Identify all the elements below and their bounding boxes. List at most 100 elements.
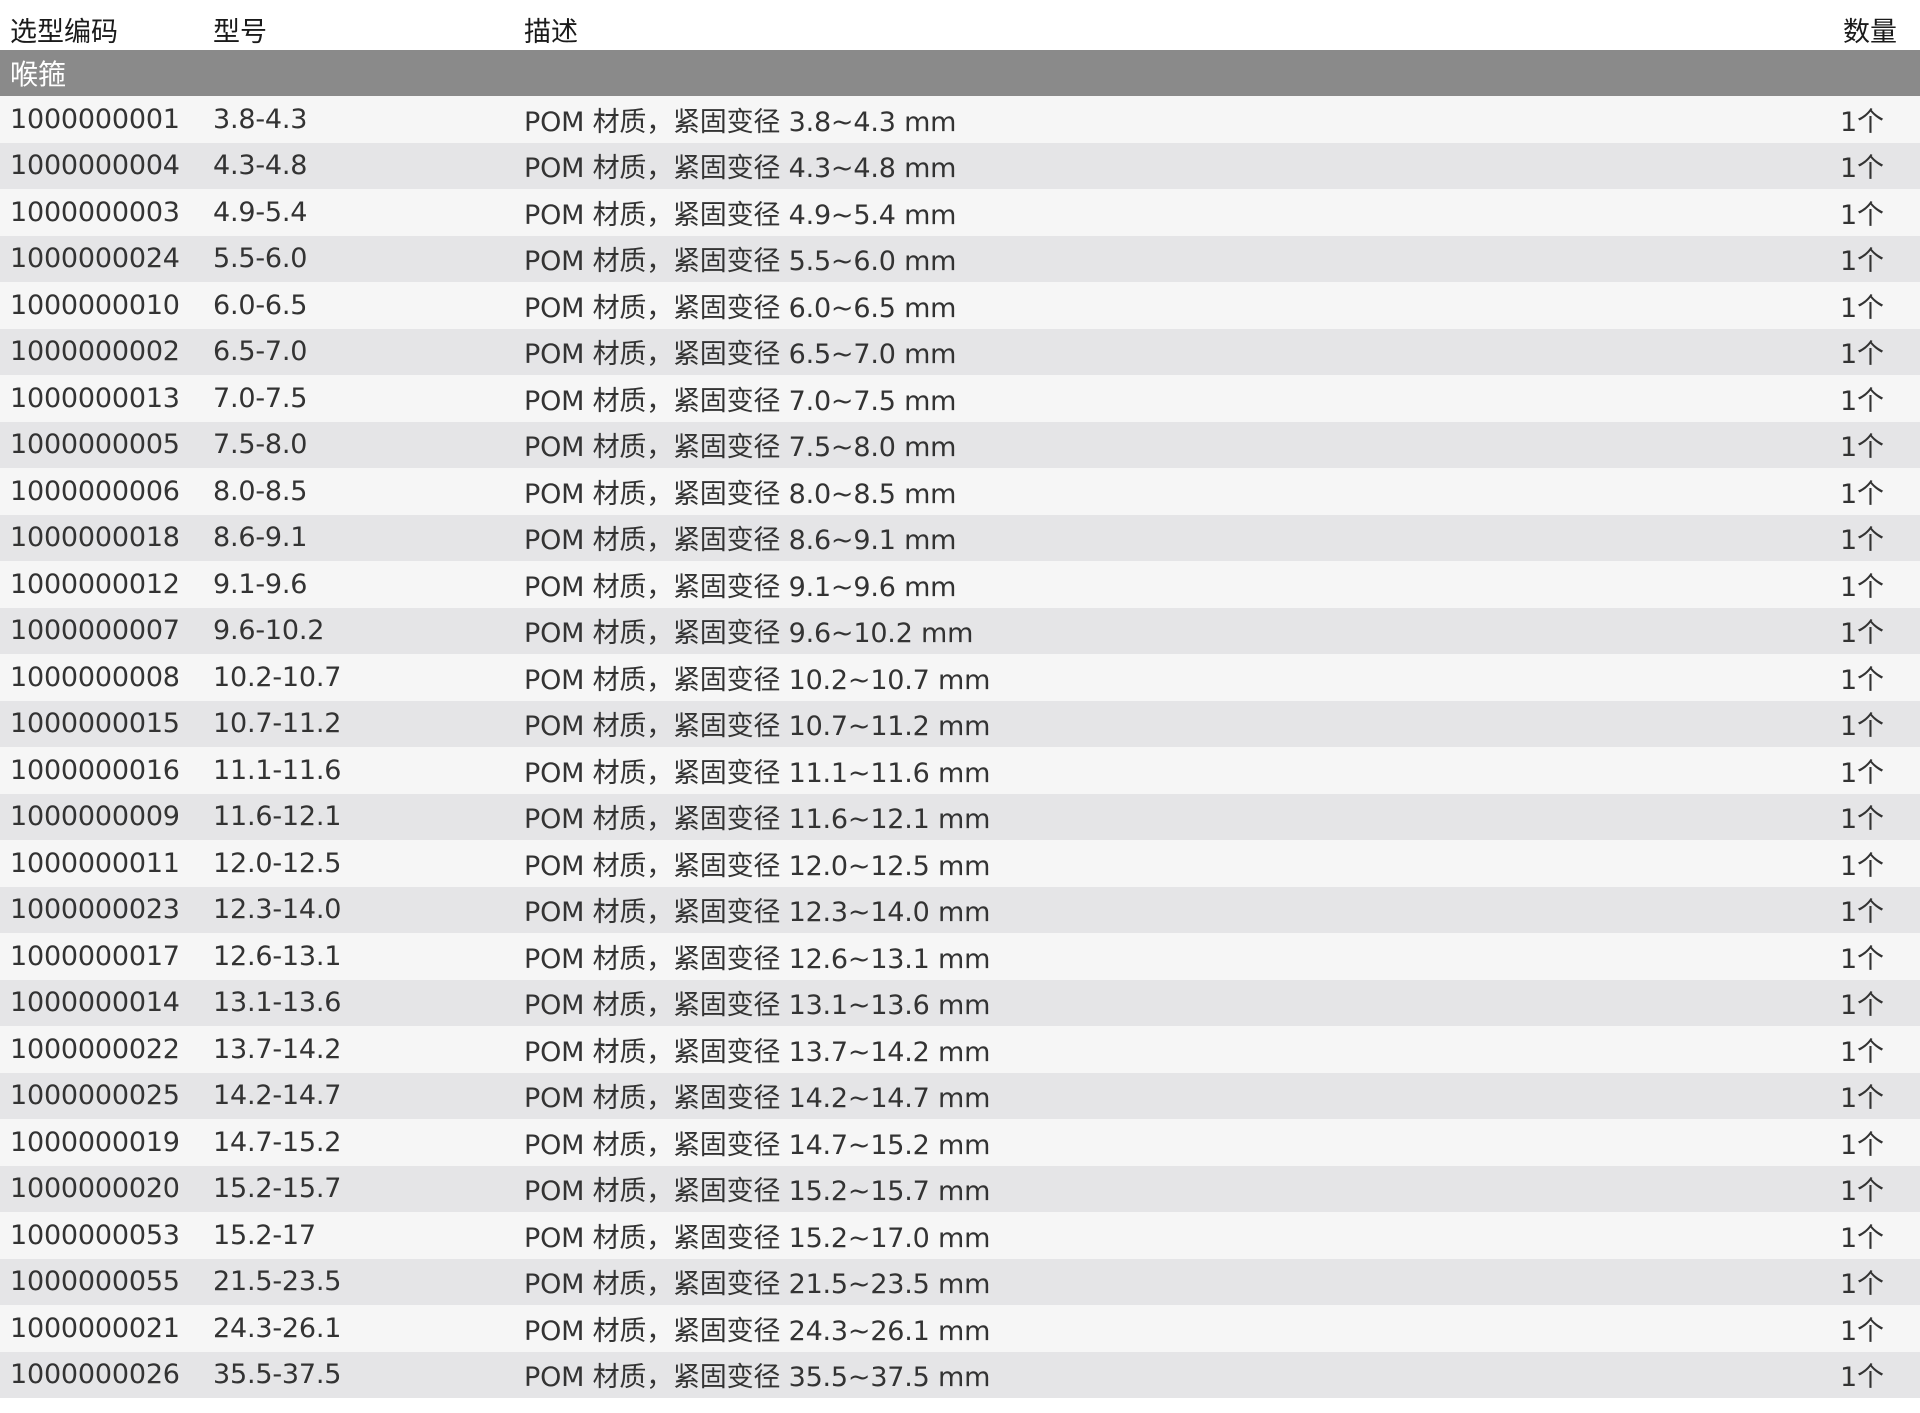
cell-model: 3.8-4.3: [213, 103, 308, 135]
cell-description: POM 材质，紧固变径 6.0~6.5 mm: [524, 292, 957, 324]
cell-description: POM 材质，紧固变径 5.5~6.0 mm: [524, 246, 957, 278]
cell-quantity: 1个: [1840, 199, 1884, 231]
table-row: 1000000020 15.2-15.7 POM 材质，紧固变径 15.2~15.7…: [0, 1165, 1920, 1212]
cell-model: 4.9-5.4: [213, 196, 308, 228]
cell-model: 9.6-10.2: [213, 615, 325, 647]
header-description: 描述: [524, 16, 578, 48]
table-row: 1000000024 5.5-6.0 POM 材质，紧固变径 5.5~6.0 mm 1…: [0, 235, 1920, 282]
cell-model: 15.2-17: [213, 1219, 316, 1251]
cell-model: 7.0-7.5: [213, 382, 308, 414]
table-row: 1000000016 11.1-11.6 POM 材质，紧固变径 11.1~11.6…: [0, 747, 1920, 794]
table-row: 1000000053 15.2-17 POM 材质，紧固变径 15.2~17.0 m…: [0, 1212, 1920, 1259]
cell-model: 8.6-9.1: [213, 522, 308, 554]
cell-quantity: 1个: [1840, 990, 1884, 1022]
table-row: 1000000009 11.6-12.1 POM 材质，紧固变径 11.6~12.1…: [0, 793, 1920, 840]
cell-code: 1000000014: [10, 987, 180, 1019]
cell-code: 1000000004: [10, 150, 180, 182]
cell-code: 1000000025: [10, 1080, 180, 1112]
table-row: 1000000017 12.6-13.1 POM 材质，紧固变径 12.6~13.1…: [0, 933, 1920, 980]
cell-model: 11.1-11.6: [213, 754, 342, 786]
cell-code: 1000000008: [10, 661, 180, 693]
cell-quantity: 1个: [1840, 1362, 1884, 1394]
cell-code: 1000000012: [10, 568, 180, 600]
table-row: 1000000014 13.1-13.6 POM 材质，紧固变径 13.1~13.6…: [0, 979, 1920, 1026]
cell-description: POM 材质，紧固变径 10.2~10.7 mm: [524, 664, 991, 696]
cell-model: 35.5-37.5: [213, 1359, 342, 1391]
cell-code: 1000000013: [10, 382, 180, 414]
cell-code: 1000000010: [10, 289, 180, 321]
cell-quantity: 1个: [1840, 246, 1884, 278]
cell-code: 1000000011: [10, 847, 180, 879]
cell-description: POM 材质，紧固变径 10.7~11.2 mm: [524, 711, 991, 743]
cell-model: 13.1-13.6: [213, 987, 342, 1019]
table-row: 1000000006 8.0-8.5 POM 材质，紧固变径 8.0~8.5 mm 1…: [0, 468, 1920, 515]
cell-description: POM 材质，紧固变径 14.7~15.2 mm: [524, 1129, 991, 1161]
cell-description: POM 材质，紧固变径 11.6~12.1 mm: [524, 804, 991, 836]
cell-code: 1000000019: [10, 1126, 180, 1158]
cell-quantity: 1个: [1840, 478, 1884, 510]
cell-code: 1000000001: [10, 103, 180, 135]
cell-description: POM 材质，紧固变径 12.3~14.0 mm: [524, 897, 991, 929]
cell-code: 1000000003: [10, 196, 180, 228]
table-row: 1000000018 8.6-9.1 POM 材质，紧固变径 8.6~9.1 mm 1…: [0, 514, 1920, 561]
cell-model: 21.5-23.5: [213, 1266, 342, 1298]
cell-model: 7.5-8.0: [213, 429, 308, 461]
cell-description: POM 材质，紧固变径 6.5~7.0 mm: [524, 339, 957, 371]
table-row: 1000000011 12.0-12.5 POM 材质，紧固变径 12.0~12.5…: [0, 840, 1920, 887]
cell-description: POM 材质，紧固变径 12.0~12.5 mm: [524, 850, 991, 882]
cell-quantity: 1个: [1840, 1222, 1884, 1254]
cell-code: 1000000005: [10, 429, 180, 461]
cell-description: POM 材质，紧固变径 8.6~9.1 mm: [524, 525, 957, 557]
table-body: 1000000001 3.8-4.3 POM 材质，紧固变径 3.8~4.3 mm 1…: [0, 96, 1920, 1398]
table-row: 1000000013 7.0-7.5 POM 材质，紧固变径 7.0~7.5 mm 1…: [0, 375, 1920, 422]
cell-code: 1000000007: [10, 615, 180, 647]
cell-quantity: 1个: [1840, 525, 1884, 557]
cell-description: POM 材质，紧固变径 15.2~15.7 mm: [524, 1176, 991, 1208]
cell-code: 1000000009: [10, 801, 180, 833]
cell-quantity: 1个: [1840, 106, 1884, 138]
cell-model: 10.7-11.2: [213, 708, 342, 740]
header-quantity: 数量: [1843, 16, 1897, 48]
cell-description: POM 材质，紧固变径 4.3~4.8 mm: [524, 153, 957, 185]
table-row: 1000000003 4.9-5.4 POM 材质，紧固变径 4.9~5.4 mm 1…: [0, 189, 1920, 236]
cell-model: 14.7-15.2: [213, 1126, 342, 1158]
cell-quantity: 1个: [1840, 339, 1884, 371]
cell-description: POM 材质，紧固变径 24.3~26.1 mm: [524, 1315, 991, 1347]
cell-model: 24.3-26.1: [213, 1312, 342, 1344]
table-row: 1000000008 10.2-10.7 POM 材质，紧固变径 10.2~10.7…: [0, 654, 1920, 701]
cell-code: 1000000020: [10, 1173, 180, 1205]
table-header: 选型编码 型号 描述 数量: [0, 0, 1920, 50]
cell-code: 1000000018: [10, 522, 180, 554]
cell-quantity: 1个: [1840, 1176, 1884, 1208]
cell-code: 1000000017: [10, 940, 180, 972]
cell-quantity: 1个: [1840, 292, 1884, 324]
cell-quantity: 1个: [1840, 571, 1884, 603]
table-row: 1000000005 7.5-8.0 POM 材质，紧固变径 7.5~8.0 mm 1…: [0, 421, 1920, 468]
table-row: 1000000015 10.7-11.2 POM 材质，紧固变径 10.7~11.2…: [0, 700, 1920, 747]
cell-quantity: 1个: [1840, 1083, 1884, 1115]
cell-description: POM 材质，紧固变径 4.9~5.4 mm: [524, 199, 957, 231]
cell-quantity: 1个: [1840, 943, 1884, 975]
cell-quantity: 1个: [1840, 757, 1884, 789]
table-row: 1000000022 13.7-14.2 POM 材质，紧固变径 13.7~14.2…: [0, 1026, 1920, 1073]
table-row: 1000000004 4.3-4.8 POM 材质，紧固变径 4.3~4.8 mm 1…: [0, 142, 1920, 189]
cell-code: 1000000002: [10, 336, 180, 368]
table-row: 1000000002 6.5-7.0 POM 材质，紧固变径 6.5~7.0 mm 1…: [0, 328, 1920, 375]
cell-quantity: 1个: [1840, 618, 1884, 650]
header-model: 型号: [213, 16, 267, 48]
table-row: 1000000019 14.7-15.2 POM 材质，紧固变径 14.7~15.2…: [0, 1119, 1920, 1166]
cell-model: 12.3-14.0: [213, 894, 342, 926]
cell-quantity: 1个: [1840, 897, 1884, 929]
table-row: 1000000026 35.5-37.5 POM 材质，紧固变径 35.5~37.5…: [0, 1351, 1920, 1398]
cell-code: 1000000024: [10, 243, 180, 275]
cell-model: 10.2-10.7: [213, 661, 342, 693]
cell-code: 1000000026: [10, 1359, 180, 1391]
cell-description: POM 材质，紧固变径 7.5~8.0 mm: [524, 432, 957, 464]
cell-description: POM 材质，紧固变径 9.6~10.2 mm: [524, 618, 974, 650]
cell-code: 1000000055: [10, 1266, 180, 1298]
cell-description: POM 材质，紧固变径 12.6~13.1 mm: [524, 943, 991, 975]
cell-description: POM 材质，紧固变径 9.1~9.6 mm: [524, 571, 957, 603]
cell-code: 1000000053: [10, 1219, 180, 1251]
header-code: 选型编码: [10, 16, 118, 48]
cell-model: 5.5-6.0: [213, 243, 308, 275]
